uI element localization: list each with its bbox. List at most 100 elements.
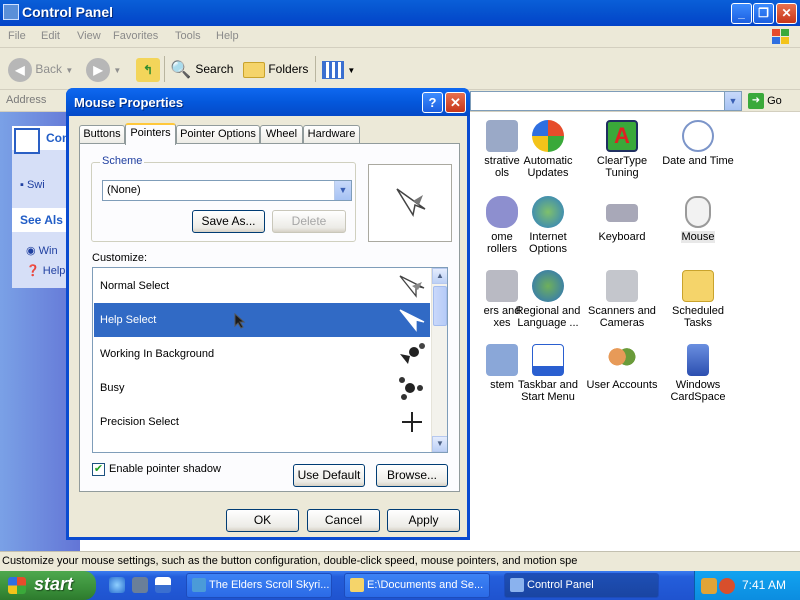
automatic-updates-item[interactable]: Automatic Updates xyxy=(510,120,586,179)
menu-favorites[interactable]: Favorites xyxy=(113,30,158,42)
address-input[interactable]: ▼ xyxy=(470,91,742,111)
ok-button[interactable]: OK xyxy=(226,509,299,532)
pointer-row-working-in-background[interactable]: Working In Background xyxy=(94,337,430,371)
task-button-skyrim[interactable]: The Elders Scroll Skyri... xyxy=(186,573,332,598)
pointers-tab-panel: Scheme (None) ▼ Save As... Delete Custom… xyxy=(79,143,460,492)
menu-file[interactable]: File xyxy=(8,30,26,42)
minimize-button[interactable]: _ xyxy=(731,3,752,24)
mouse-properties-dialog: Mouse Properties ? ✕ Buttons Pointers Po… xyxy=(66,88,470,540)
help-link[interactable]: ❓ Help xyxy=(26,264,65,277)
user-accounts-icon xyxy=(606,344,638,376)
keyboard-item[interactable]: Keyboard xyxy=(584,196,660,243)
customize-label: Customize: xyxy=(92,252,148,264)
pointer-row-normal-select[interactable]: Normal Select xyxy=(94,269,430,303)
search-button[interactable]: 🔍 Search xyxy=(170,56,233,82)
taskbar-start-menu-item[interactable]: Taskbar and Start Menu xyxy=(510,344,586,403)
pointer-list[interactable]: Normal Select Help Select Working In Bac… xyxy=(92,267,448,453)
scheduled-tasks-item[interactable]: Scheduled Tasks xyxy=(660,270,736,329)
menu-tools[interactable]: Tools xyxy=(175,30,201,42)
menu-help[interactable]: Help xyxy=(216,30,239,42)
pointer-preview xyxy=(368,164,452,242)
cancel-button[interactable]: Cancel xyxy=(307,509,380,532)
close-button[interactable]: ✕ xyxy=(776,3,797,24)
tab-hardware[interactable]: Hardware xyxy=(303,125,360,144)
go-arrow-icon: ➜ xyxy=(748,93,764,110)
tab-pointers[interactable]: Pointers xyxy=(125,123,176,145)
start-button[interactable]: start xyxy=(0,571,96,600)
busy-cursor-icon xyxy=(399,377,423,400)
switch-view-link[interactable]: ▪ Swi xyxy=(20,179,45,191)
icons-view: strative ols Automatic Updates A ClearTyp… xyxy=(466,112,800,552)
back-button[interactable]: ◀ Back ▼ xyxy=(8,56,73,82)
control-panel-box-icon xyxy=(14,128,40,154)
folder-icon xyxy=(350,578,364,592)
scanners-cameras-item[interactable]: Scanners and Cameras xyxy=(584,270,660,329)
mouse-item[interactable]: Mouse xyxy=(660,196,736,243)
tray-icon[interactable] xyxy=(719,578,735,594)
taskbar-icon xyxy=(532,344,564,376)
pointer-list-scrollbar[interactable]: ▲ ▼ xyxy=(431,268,447,452)
menu-view[interactable]: View xyxy=(77,30,101,42)
chevron-down-icon[interactable]: ▼ xyxy=(334,181,351,200)
show-desktop-icon[interactable] xyxy=(155,577,171,593)
pointer-shadow-checkbox[interactable]: ✔ xyxy=(92,463,105,476)
scroll-up-icon[interactable]: ▲ xyxy=(432,268,447,284)
automatic-updates-icon xyxy=(532,120,564,152)
address-dropdown-icon[interactable]: ▼ xyxy=(724,92,741,110)
task-button-documents[interactable]: E:\Documents and Se... xyxy=(344,573,490,598)
up-arrow-icon: ↰ xyxy=(136,57,160,82)
menu-bar: File Edit View Favorites Tools Help xyxy=(0,26,800,48)
help-icon: ❓ xyxy=(26,265,40,277)
scroll-thumb[interactable] xyxy=(433,286,447,326)
pointer-row-help-select[interactable]: Help Select xyxy=(94,303,430,337)
maximize-button[interactable]: ❐ xyxy=(753,3,774,24)
tab-wheel[interactable]: Wheel xyxy=(260,125,303,144)
app-icon xyxy=(192,578,206,592)
control-panel-titlebar[interactable]: Control Panel _ ❐ ✕ xyxy=(0,0,800,26)
use-default-button[interactable]: Use Default xyxy=(293,464,365,487)
menu-edit[interactable]: Edit xyxy=(41,30,60,42)
user-accounts-item[interactable]: User Accounts xyxy=(584,344,660,391)
regional-language-item[interactable]: Regional and Language ... xyxy=(510,270,586,329)
cardspace-icon xyxy=(687,344,709,376)
globe-icon xyxy=(532,196,564,228)
views-button[interactable]: ▼ xyxy=(322,56,355,82)
save-as-button[interactable]: Save As... xyxy=(192,210,265,233)
folder-icon xyxy=(243,61,265,78)
dialog-titlebar[interactable]: Mouse Properties ? ✕ xyxy=(66,88,470,116)
dialog-close-button[interactable]: ✕ xyxy=(445,92,466,113)
go-button[interactable]: ➜ Go xyxy=(748,92,782,110)
camera-icon xyxy=(606,270,638,302)
chevron-down-icon: ▼ xyxy=(113,66,122,75)
up-folder-button[interactable]: ↰ xyxy=(136,56,160,82)
windows-update-link[interactable]: ◉ Win xyxy=(26,244,58,257)
browse-button[interactable]: Browse... xyxy=(376,464,448,487)
internet-explorer-icon[interactable] xyxy=(109,577,125,593)
delete-button[interactable]: Delete xyxy=(272,210,346,233)
crosshair-cursor-icon xyxy=(402,412,422,432)
pointer-row-busy[interactable]: Busy xyxy=(94,371,430,405)
tab-pointer-options[interactable]: Pointer Options xyxy=(176,125,260,144)
views-icon xyxy=(322,60,344,79)
pointer-row-precision-select[interactable]: Precision Select xyxy=(94,405,430,439)
internet-options-item[interactable]: Internet Options xyxy=(510,196,586,255)
help-button[interactable]: ? xyxy=(422,92,443,113)
tab-buttons[interactable]: Buttons xyxy=(79,125,125,144)
folders-button[interactable]: Folders xyxy=(243,56,308,82)
forward-button[interactable]: ▶ ▼ xyxy=(86,56,121,82)
back-arrow-icon: ◀ xyxy=(8,57,32,82)
control-panel-icon xyxy=(510,578,524,592)
scheme-select[interactable]: (None) ▼ xyxy=(102,180,352,201)
cleartype-tuning-item[interactable]: A ClearType Tuning xyxy=(584,120,660,179)
scroll-down-icon[interactable]: ▼ xyxy=(432,436,447,452)
chevron-down-icon: ▼ xyxy=(65,66,74,75)
scheduled-tasks-icon xyxy=(682,270,714,302)
working-background-cursor-icon xyxy=(400,343,425,364)
windows-cardspace-item[interactable]: Windows CardSpace xyxy=(660,344,736,403)
tray-icon[interactable] xyxy=(701,578,717,594)
task-button-control-panel[interactable]: Control Panel xyxy=(504,573,659,598)
globe-icon xyxy=(532,270,564,302)
date-and-time-item[interactable]: Date and Time xyxy=(660,120,736,167)
apply-button[interactable]: Apply xyxy=(387,509,460,532)
quick-launch-app-icon[interactable] xyxy=(132,577,148,593)
